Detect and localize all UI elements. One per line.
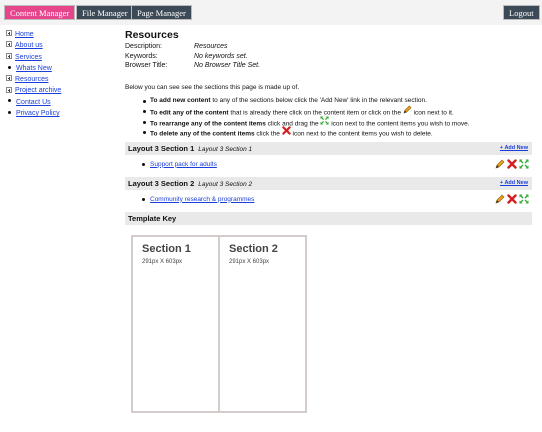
instruction-text: icon next to the content items you wish … [290, 130, 433, 138]
expand-icon[interactable] [6, 75, 12, 82]
meta-value: No keywords set. [194, 52, 248, 60]
content-item-link[interactable]: Community research & programmes [150, 196, 254, 203]
bullet-icon [8, 99, 11, 103]
pencil-icon[interactable] [495, 194, 505, 204]
sidebar-item-privacy-policy: Privacy Policy [6, 108, 116, 119]
section-1: Layout 3 Section 1 Layout 3 Section 1 + A… [125, 141, 532, 177]
sidebar-link-project-archive[interactable]: Project archive [15, 87, 61, 94]
expand-icon[interactable] [6, 30, 12, 37]
top-bar: Content Manager File Manager Page Manage… [0, 0, 542, 25]
sidebar-link-resources[interactable]: Resources [15, 76, 48, 83]
tab-content-manager[interactable]: Content Manager [4, 5, 76, 20]
template-key-diagram: Section 1 291px X 603px Section 2 291px … [131, 235, 307, 413]
sidebar-item-services: Services [6, 52, 116, 63]
instruction-text: icon next to the content items you wish … [329, 119, 470, 127]
sidebar-item-home: Home [6, 29, 116, 40]
instruction-text: click the [254, 130, 282, 138]
meta-label: Description: [125, 43, 162, 50]
content-item-row: Community research & programmes [125, 190, 532, 212]
sidebar-link-about-us[interactable]: About us [15, 42, 43, 49]
sidebar-link-contact-us[interactable]: Contact Us [16, 99, 51, 106]
meta-value: Resources [194, 43, 228, 50]
cross-icon[interactable] [507, 158, 517, 169]
section-title: Layout 3 Section 1 [128, 143, 195, 153]
meta-label: Keywords: [125, 52, 158, 60]
bullet-icon [142, 163, 145, 166]
meta-value: No Browser Title Set. [194, 62, 261, 69]
meta-description-row: Description: Resources [125, 42, 532, 52]
move-arrows-icon[interactable] [519, 194, 529, 204]
content-item-row: Support pack for adults [125, 155, 532, 177]
tab-page-manager[interactable]: Page Manager [131, 5, 192, 20]
add-new-link[interactable]: + Add New [500, 142, 528, 155]
template-section-size: 291px X 603px [229, 259, 270, 265]
move-arrows-icon[interactable] [519, 159, 529, 169]
add-new-link[interactable]: + Add New [500, 177, 528, 190]
pencil-icon[interactable] [495, 159, 505, 169]
sidebar-item-about-us: About us [6, 40, 116, 51]
template-section-1: Section 1 291px X 603px [133, 237, 220, 411]
content-item-link[interactable]: Support pack for adults [150, 161, 217, 168]
content-item-actions [495, 158, 529, 169]
instruction-text: click and drag the [265, 119, 321, 127]
section-2: Layout 3 Section 2 Layout 3 Section 2 + A… [125, 176, 532, 212]
instruction-text: to any of the sections below click the '… [210, 96, 427, 104]
instruction-rearrange: To rearrange any of the content items cl… [143, 115, 532, 128]
instruction-bold: To delete any of the content items [150, 130, 255, 138]
intro-text: Below you can see see the sections this … [125, 83, 300, 91]
bullet-icon [8, 65, 11, 69]
sidebar-item-whats-new: Whats New [6, 63, 116, 74]
sidebar-item-resources: Resources [6, 74, 116, 85]
main-content: Resources Description: Resources Keywords… [125, 29, 532, 225]
expand-icon[interactable] [6, 86, 12, 93]
bullet-icon [142, 198, 145, 201]
template-section-2: Section 2 291px X 603px [220, 237, 305, 411]
meta-label: Browser Title: [125, 62, 168, 69]
content-item-actions [495, 193, 529, 204]
instruction-bold: To edit any of the content [150, 109, 229, 117]
sidebar-link-whats-new[interactable]: Whats New [16, 65, 52, 72]
section-title: Layout 3 Section 2 [128, 178, 195, 188]
instruction-edit: To edit any of the content that is alrea… [143, 105, 532, 117]
section-subtitle: Layout 3 Section 2 [198, 180, 253, 188]
section-header: Layout 3 Section 2 Layout 3 Section 2 + A… [125, 176, 532, 190]
expand-icon[interactable] [6, 52, 12, 59]
tab-file-manager[interactable]: File Manager [76, 5, 134, 20]
template-key-header: Template Key [125, 211, 532, 225]
template-section-title: Section 1 [142, 243, 191, 255]
instruction-text: that is already there click on the conte… [228, 109, 403, 117]
template-section-size: 291px X 603px [142, 259, 183, 265]
sidebar-link-services[interactable]: Services [15, 54, 42, 61]
meta-keywords-row: Keywords: No keywords set. [125, 52, 532, 62]
section-subtitle: Layout 3 Section 1 [198, 145, 253, 153]
section-header: Layout 3 Section 1 Layout 3 Section 1 + A… [125, 141, 532, 155]
sidebar-link-privacy-policy[interactable]: Privacy Policy [16, 110, 60, 117]
instruction-delete: To delete any of the content items click… [143, 126, 532, 140]
cross-icon[interactable] [507, 193, 517, 204]
template-section-title: Section 2 [229, 243, 278, 255]
expand-icon[interactable] [6, 41, 12, 48]
bullet-icon [8, 110, 11, 114]
sidebar-item-project-archive: Project archive [6, 85, 116, 96]
sidebar-nav: Home About us Services Whats New Resourc… [6, 29, 116, 119]
logout-button[interactable]: Logout [503, 5, 540, 20]
instructions-list: To add new content to any of the section… [125, 96, 532, 138]
cross-icon [281, 126, 291, 140]
meta-browser-title-row: Browser Title: No Browser Title Set. [125, 61, 532, 71]
sidebar-link-home[interactable]: Home [15, 31, 34, 38]
instruction-text: icon next to it. [411, 109, 454, 117]
instruction-bold: To add new content [150, 96, 211, 104]
page-title: Resources [125, 29, 179, 41]
instruction-add: To add new content to any of the section… [143, 96, 532, 107]
instruction-bold: To rearrange any of the content items [150, 119, 266, 127]
sidebar-item-contact-us: Contact Us [6, 97, 116, 108]
